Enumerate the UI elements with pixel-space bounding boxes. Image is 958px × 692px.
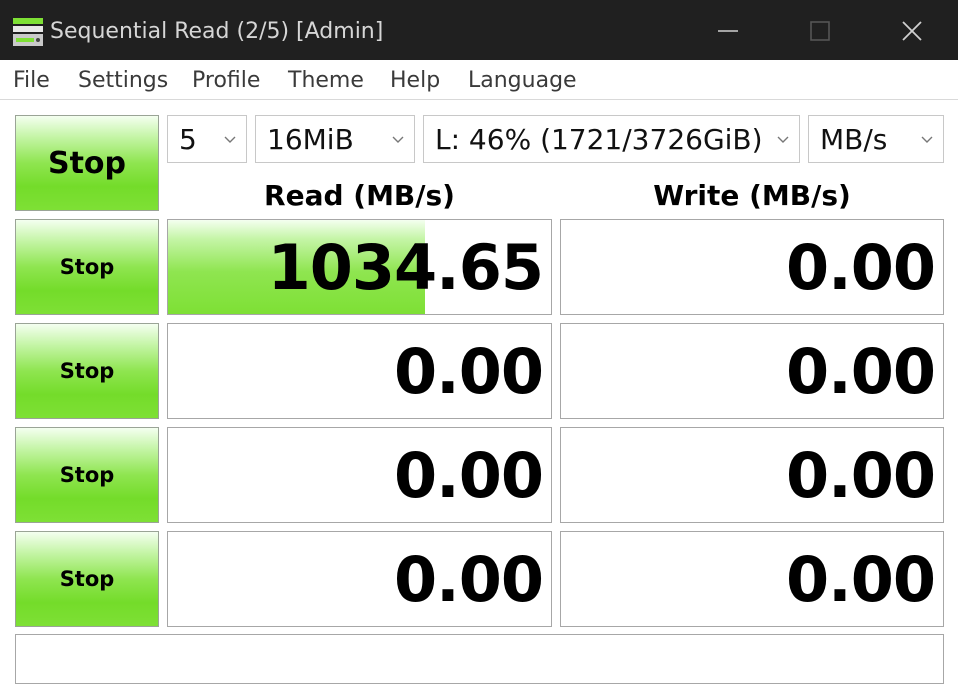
test-count-value: 5 bbox=[179, 123, 197, 156]
read-result-value: 0.00 bbox=[394, 335, 544, 408]
read-result-value: 0.00 bbox=[394, 439, 544, 512]
read-result-cell: 1034.65 bbox=[167, 219, 552, 315]
menu-file[interactable]: File bbox=[13, 67, 50, 95]
write-result-value: 0.00 bbox=[786, 231, 936, 304]
menu-theme[interactable]: Theme bbox=[288, 67, 364, 95]
menu-language[interactable]: Language bbox=[468, 67, 577, 95]
write-result-value: 0.00 bbox=[786, 335, 936, 408]
read-result-value: 1034.65 bbox=[267, 231, 544, 304]
chevron-down-icon bbox=[777, 136, 789, 143]
disk-benchmark-icon bbox=[13, 18, 43, 46]
menu-settings[interactable]: Settings bbox=[78, 67, 168, 95]
unit-select[interactable]: MB/s bbox=[808, 115, 944, 163]
row-stop-button[interactable]: Stop bbox=[15, 531, 159, 627]
write-result-value: 0.00 bbox=[786, 439, 936, 512]
test-count-select[interactable]: 5 bbox=[167, 115, 247, 163]
row-stop-button[interactable]: Stop bbox=[15, 323, 159, 419]
chevron-down-icon bbox=[224, 136, 236, 143]
chevron-down-icon bbox=[921, 136, 933, 143]
read-result-cell: 0.00 bbox=[167, 531, 552, 627]
drive-select[interactable]: L: 46% (1721/3726GiB) bbox=[423, 115, 800, 163]
menu-profile[interactable]: Profile bbox=[192, 67, 260, 95]
row-stop-button[interactable]: Stop bbox=[15, 427, 159, 523]
all-stop-button[interactable]: Stop bbox=[15, 115, 159, 211]
row-stop-button[interactable]: Stop bbox=[15, 219, 159, 315]
drive-value: L: 46% (1721/3726GiB) bbox=[435, 123, 763, 156]
menu-help[interactable]: Help bbox=[390, 67, 440, 95]
minimize-icon[interactable] bbox=[705, 8, 751, 54]
read-result-cell: 0.00 bbox=[167, 427, 552, 523]
maximize-icon[interactable] bbox=[797, 8, 843, 54]
write-result-cell: 0.00 bbox=[560, 219, 944, 315]
close-icon[interactable] bbox=[889, 8, 935, 54]
write-result-value: 0.00 bbox=[786, 543, 936, 616]
test-size-value: 16MiB bbox=[267, 123, 354, 156]
comment-field[interactable] bbox=[15, 634, 944, 684]
read-result-value: 0.00 bbox=[394, 543, 544, 616]
write-result-cell: 0.00 bbox=[560, 531, 944, 627]
read-column-header: Read (MB/s) bbox=[264, 179, 455, 212]
write-column-header: Write (MB/s) bbox=[653, 179, 851, 212]
window-title: Sequential Read (2/5) [Admin] bbox=[50, 19, 384, 44]
test-size-select[interactable]: 16MiB bbox=[255, 115, 415, 163]
title-bar: Sequential Read (2/5) [Admin] bbox=[0, 0, 958, 60]
read-result-cell: 0.00 bbox=[167, 323, 552, 419]
menu-bar: File Settings Profile Theme Help Languag… bbox=[0, 60, 958, 100]
chevron-down-icon bbox=[392, 136, 404, 143]
write-result-cell: 0.00 bbox=[560, 427, 944, 523]
write-result-cell: 0.00 bbox=[560, 323, 944, 419]
unit-value: MB/s bbox=[820, 123, 888, 156]
